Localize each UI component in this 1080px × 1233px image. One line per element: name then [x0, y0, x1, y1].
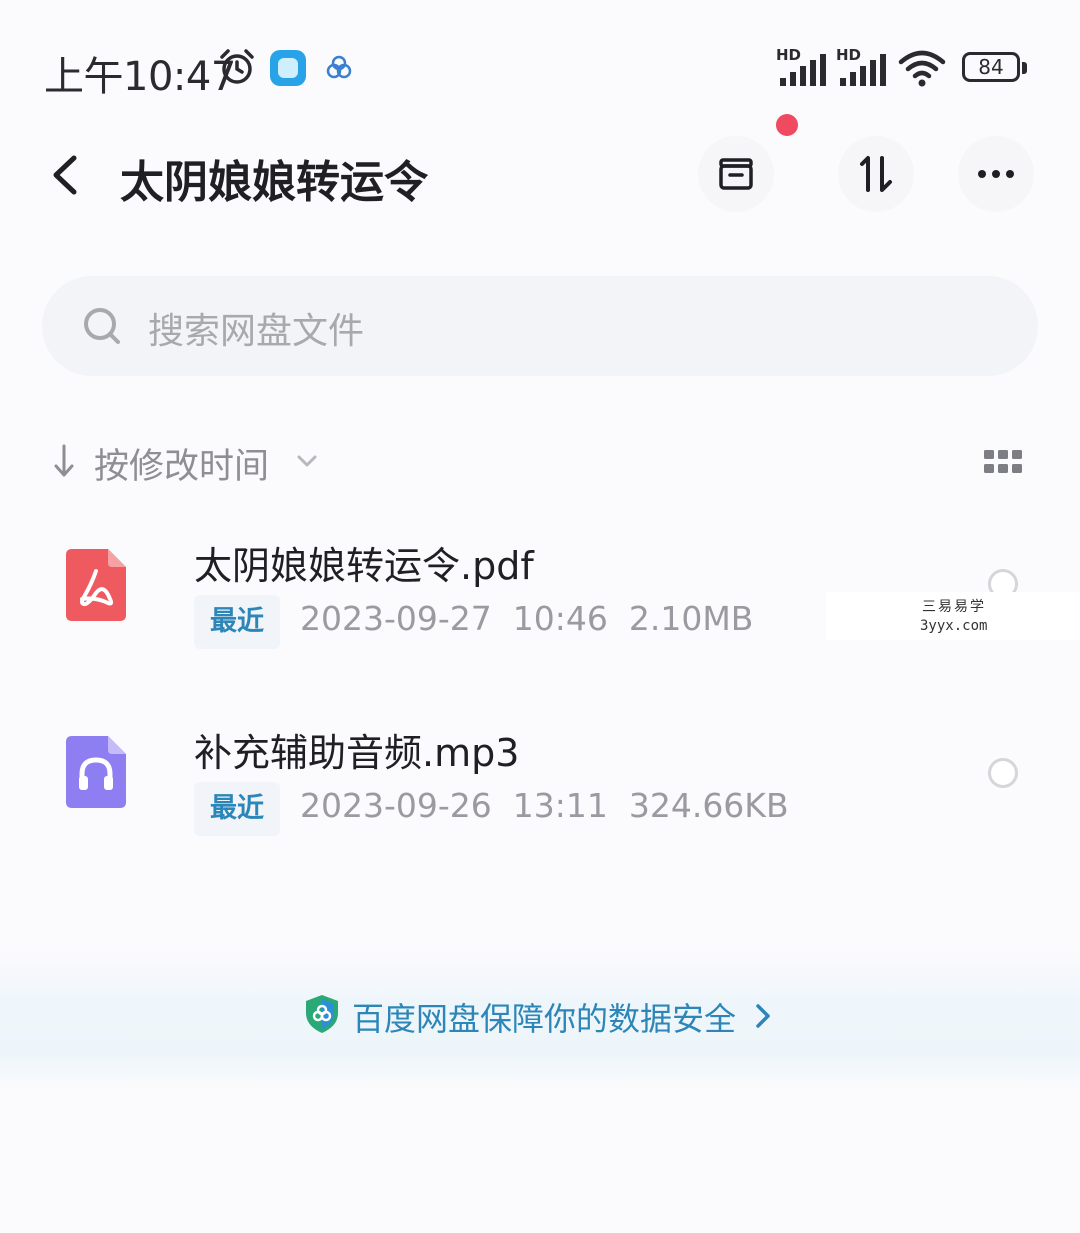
search-input[interactable]: 搜索网盘文件	[148, 302, 364, 354]
chevron-down-icon[interactable]	[294, 452, 320, 470]
up-down-arrows-icon	[860, 156, 892, 192]
app-notification-icon	[270, 50, 306, 86]
grid-view-icon[interactable]	[984, 448, 1022, 476]
status-bar: 上午10:47 HD HD 84	[0, 0, 1080, 130]
pdf-file-icon	[66, 549, 126, 621]
chevron-right-icon	[756, 1004, 770, 1028]
data-security-link[interactable]: 百度网盘保障你的数据安全	[304, 992, 784, 1042]
more-options-button[interactable]	[958, 136, 1034, 212]
more-dots-icon	[978, 170, 1014, 178]
shield-icon	[306, 995, 338, 1033]
transfer-button[interactable]	[838, 136, 914, 212]
file-name: 太阴娘娘转运令.pdf	[194, 544, 534, 588]
page-title: 太阴娘娘转运令	[120, 157, 428, 208]
sort-down-arrow-icon[interactable]	[52, 444, 76, 478]
notification-dot	[776, 114, 798, 136]
watermark: 三易易学 3yyx.com	[826, 592, 1080, 640]
audio-file-icon	[66, 736, 126, 808]
recent-badge: 最近	[194, 595, 280, 649]
archive-button[interactable]	[698, 136, 774, 212]
file-meta: 2023-09-26 13:11 324.66KB	[300, 786, 789, 825]
baidu-cloud-icon	[326, 55, 352, 79]
back-arrow-icon[interactable]	[46, 150, 86, 200]
signal-sim1-icon: HD	[776, 46, 828, 86]
security-text[interactable]: 百度网盘保障你的数据安全	[352, 994, 736, 1040]
status-time: 上午10:47	[44, 54, 236, 100]
watermark-line2: 3yyx.com	[920, 618, 988, 634]
file-row[interactable]: 补充辅助音频.mp3 最近 2023-09-26 13:11 324.66KB	[0, 722, 1080, 872]
search-bar[interactable]: 搜索网盘文件	[42, 276, 1038, 376]
wifi-icon	[898, 50, 946, 87]
select-checkbox[interactable]	[988, 758, 1018, 788]
alarm-clock-icon	[220, 49, 254, 84]
file-name: 补充辅助音频.mp3	[194, 731, 520, 775]
sort-by-modified-time[interactable]: 按修改时间	[94, 438, 269, 489]
signal-sim2-icon: HD	[836, 46, 888, 86]
archive-box-icon	[719, 158, 753, 190]
search-icon	[84, 308, 120, 344]
battery-indicator: 84	[962, 52, 1020, 82]
recent-badge: 最近	[194, 782, 280, 836]
watermark-line1: 三易易学	[922, 599, 986, 615]
file-meta: 2023-09-27 10:46 2.10MB	[300, 599, 754, 638]
battery-cap	[1022, 62, 1027, 74]
